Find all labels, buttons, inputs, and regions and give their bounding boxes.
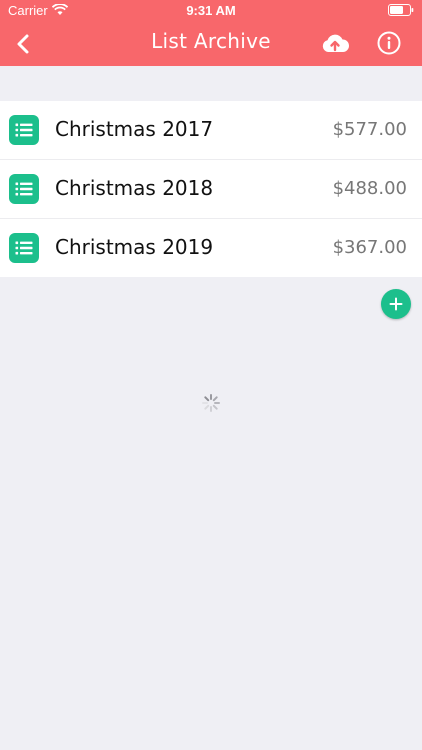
list-item-name: Christmas 2019: [55, 235, 214, 259]
add-list-button[interactable]: [381, 289, 411, 319]
plus-icon: [389, 297, 403, 311]
list-icon: [9, 115, 39, 145]
info-button[interactable]: [376, 30, 402, 56]
list-icon: [9, 233, 39, 263]
cloud-upload-icon: [322, 34, 350, 52]
list-item-amount: $367.00: [332, 237, 407, 258]
header: Carrier 9:31 AM List Archive: [0, 0, 422, 66]
nav-bar: List Archive: [0, 22, 422, 66]
list-item[interactable]: Christmas 2018 $488.00: [0, 160, 422, 219]
battery-icon: [388, 4, 414, 16]
list-item-name: Christmas 2017: [55, 117, 214, 141]
info-icon: [377, 31, 401, 55]
loading-spinner-icon: [202, 394, 220, 412]
list-item-amount: $577.00: [332, 119, 407, 140]
list-icon: [9, 174, 39, 204]
list-item-name: Christmas 2018: [55, 176, 214, 200]
list-item-amount: $488.00: [332, 178, 407, 199]
page-title: List Archive: [151, 29, 271, 53]
status-time: 9:31 AM: [186, 3, 236, 18]
archive-list: Christmas 2017 $577.00 Christmas 2018 $4…: [0, 101, 422, 277]
status-bar: Carrier 9:31 AM: [0, 0, 422, 22]
list-item[interactable]: Christmas 2019 $367.00: [0, 219, 422, 277]
list-item[interactable]: Christmas 2017 $577.00: [0, 101, 422, 160]
cloud-upload-button[interactable]: [320, 30, 350, 58]
